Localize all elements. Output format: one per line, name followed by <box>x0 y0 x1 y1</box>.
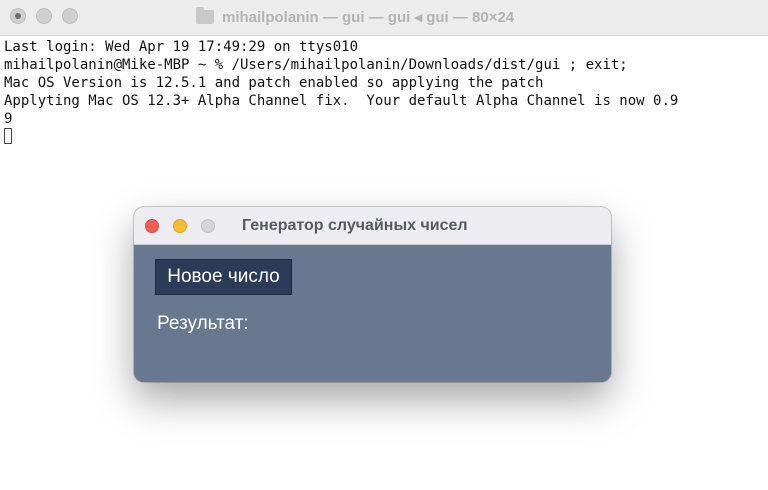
app-title: Генератор случайных чисел <box>242 217 468 234</box>
minimize-window-button[interactable] <box>36 8 52 24</box>
new-number-button[interactable]: Новое число <box>155 259 292 295</box>
app-window: Генератор случайных чисел Новое число Ре… <box>134 207 611 382</box>
close-window-button[interactable] <box>10 8 26 24</box>
terminal-prompt-line <box>4 128 764 146</box>
folder-icon <box>196 7 214 24</box>
app-titlebar[interactable]: Генератор случайных чисел <box>134 207 611 245</box>
terminal-cursor <box>4 128 12 144</box>
app-minimize-button[interactable] <box>173 219 187 233</box>
app-close-button[interactable] <box>145 219 159 233</box>
terminal-output[interactable]: Last login: Wed Apr 19 17:49:29 on ttys0… <box>4 38 764 146</box>
terminal-line: Applyting Mac OS 12.3+ Alpha Channel fix… <box>4 93 679 109</box>
terminal-title: mihailpolanin — gui — gui ◂ gui — 80×24 <box>196 5 514 29</box>
terminal-line: mihailpolanin@Mike-MBP ~ % /Users/mihail… <box>4 57 628 73</box>
app-zoom-button[interactable] <box>201 219 215 233</box>
terminal-line: Mac OS Version is 12.5.1 and patch enabl… <box>4 75 544 91</box>
terminal-line: Last login: Wed Apr 19 17:49:29 on ttys0… <box>4 39 359 55</box>
terminal-line: 9 <box>4 111 13 127</box>
terminal-title-text: mihailpolanin — gui — gui ◂ gui — 80×24 <box>222 9 515 26</box>
result-label: Результат: <box>157 313 249 334</box>
zoom-window-button[interactable] <box>62 8 78 24</box>
terminal-titlebar[interactable]: mihailpolanin — gui — gui ◂ gui — 80×24 <box>0 0 768 36</box>
app-body: Новое число Результат: <box>134 245 611 382</box>
